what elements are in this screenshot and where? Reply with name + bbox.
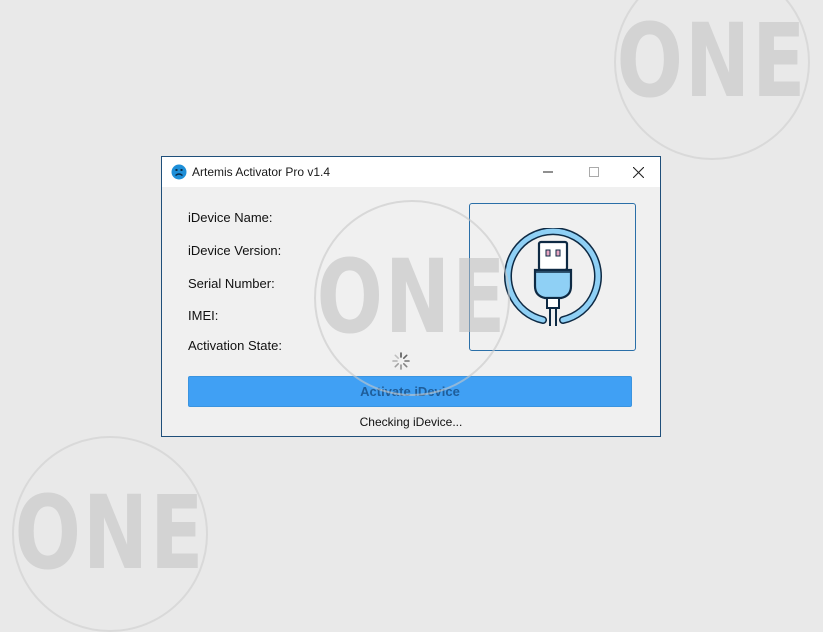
maximize-icon: [589, 167, 599, 177]
maximize-button[interactable]: [571, 157, 617, 187]
watermark-circle: ONE: [614, 0, 810, 160]
app-window: Artemis Activator Pro v1.4 iDevice Name:…: [161, 156, 661, 437]
watermark-text: ONE: [14, 475, 206, 593]
close-button[interactable]: [615, 157, 661, 187]
imei-label: IMEI:: [188, 308, 219, 323]
activate-device-button[interactable]: Activate iDevice: [188, 376, 632, 407]
device-version-label: iDevice Version:: [188, 243, 282, 258]
minimize-icon: [543, 171, 553, 173]
sad-face-icon: [171, 164, 187, 180]
window-title: Artemis Activator Pro v1.4: [192, 165, 331, 179]
device-image-panel: [469, 203, 636, 351]
title-bar[interactable]: Artemis Activator Pro v1.4: [162, 157, 660, 187]
watermark-circle: ONE: [12, 436, 208, 632]
minimize-button[interactable]: [525, 157, 571, 187]
loading-spinner-icon: [392, 352, 410, 370]
activation-state-label: Activation State:: [188, 338, 282, 353]
status-text: Checking iDevice...: [359, 415, 463, 429]
watermark-text: ONE: [616, 3, 808, 121]
serial-number-label: Serial Number:: [188, 276, 275, 291]
close-icon: [632, 166, 644, 178]
device-name-label: iDevice Name:: [188, 210, 273, 225]
usb-cable-icon: [504, 228, 602, 326]
